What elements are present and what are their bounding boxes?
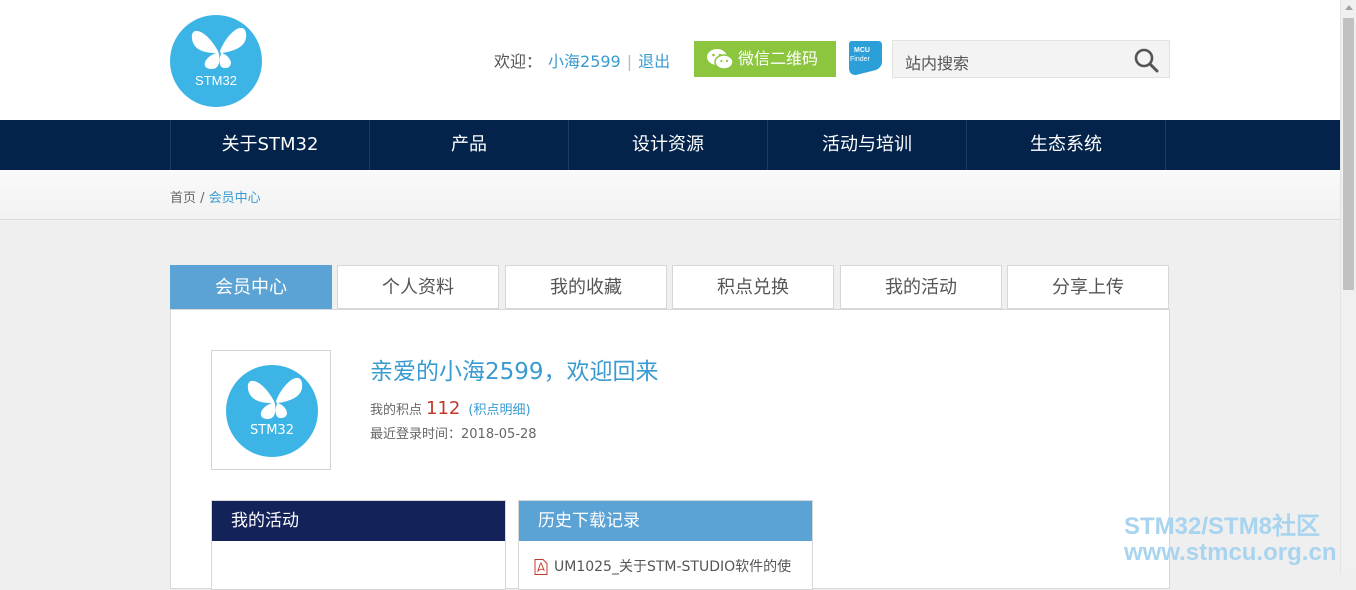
- download-history-box: 历史下载记录: [518, 500, 813, 590]
- nav-item-ecosystem[interactable]: 生态系统: [966, 120, 1165, 170]
- divider: |: [626, 52, 633, 71]
- scrollbar[interactable]: [1340, 0, 1356, 574]
- download-item-title: UM1025_关于STM-STUDIO软件的使: [554, 559, 792, 575]
- welcome-label: 欢迎：: [494, 52, 543, 71]
- tab-share-upload[interactable]: 分享上传: [1007, 265, 1169, 309]
- breadcrumb-bar: 首页 / 会员中心: [0, 170, 1340, 220]
- butterfly-icon: [191, 27, 247, 69]
- pdf-icon: [534, 559, 548, 575]
- points-value: 112: [426, 398, 461, 419]
- stm32-logo[interactable]: STM32: [170, 15, 262, 107]
- svg-text:Finder: Finder: [850, 56, 871, 63]
- my-activities-title: 我的活动: [212, 501, 505, 541]
- tab-favorites[interactable]: 我的收藏: [505, 265, 667, 309]
- breadcrumb: 首页 / 会员中心: [170, 187, 261, 206]
- avatar-text: STM32: [250, 423, 294, 438]
- nav-divider: [1165, 120, 1166, 170]
- points-line: 我的积点 112 (积点明细): [370, 398, 531, 419]
- points-detail-link[interactable]: (积点明细): [468, 403, 530, 418]
- site-search[interactable]: 站内搜索: [892, 40, 1170, 78]
- site-watermark: STM32/STM8社区 www.stmcu.org.cn: [1124, 514, 1336, 566]
- tab-my-activities[interactable]: 我的活动: [840, 265, 1002, 309]
- scroll-up-arrow-icon[interactable]: [1345, 5, 1353, 10]
- points-label: 我的积点: [370, 403, 423, 418]
- last-login-label: 最近登录时间：: [370, 427, 462, 442]
- tab-member-center[interactable]: 会员中心: [170, 265, 332, 309]
- last-login: 最近登录时间：2018-05-28: [370, 423, 537, 442]
- tab-profile[interactable]: 个人资料: [337, 265, 499, 309]
- nav-item-about[interactable]: 关于STM32: [170, 120, 369, 170]
- wechat-icon: [707, 49, 734, 70]
- svg-text:MCU: MCU: [854, 47, 870, 54]
- watermark-line1: STM32/STM8社区: [1124, 513, 1321, 540]
- main-nav: 关于STM32 产品 设计资源 活动与培训 生态系统: [0, 120, 1340, 170]
- avatar-logo: STM32: [226, 365, 318, 457]
- breadcrumb-separator: /: [196, 191, 209, 206]
- search-icon[interactable]: [1133, 47, 1159, 73]
- breadcrumb-current[interactable]: 会员中心: [209, 191, 261, 206]
- logout-link[interactable]: 退出: [638, 52, 670, 71]
- list-item[interactable]: UM1025_关于STM-STUDIO软件的使: [534, 556, 791, 576]
- search-input[interactable]: 站内搜索: [905, 50, 969, 74]
- last-login-date: 2018-05-28: [461, 427, 537, 442]
- username-link[interactable]: 小海2599: [548, 52, 621, 71]
- mcu-finder-icon[interactable]: MCU Finder: [846, 40, 884, 76]
- my-activities-box: 我的活动: [211, 500, 506, 590]
- butterfly-icon: [247, 377, 303, 419]
- greeting-title: 亲爱的小海2599，欢迎回来: [370, 359, 659, 385]
- logo-text: STM32: [195, 73, 237, 88]
- welcome-area: 欢迎： 小海2599 | 退出: [494, 48, 670, 72]
- wechat-button-label: 微信二维码: [738, 49, 819, 68]
- avatar[interactable]: STM32: [211, 350, 331, 470]
- watermark-line2: www.stmcu.org.cn: [1124, 539, 1337, 566]
- nav-item-products[interactable]: 产品: [369, 120, 568, 170]
- tab-points-exchange[interactable]: 积点兑换: [672, 265, 834, 309]
- breadcrumb-home[interactable]: 首页: [170, 191, 196, 206]
- nav-item-design-resources[interactable]: 设计资源: [568, 120, 767, 170]
- wechat-qr-button[interactable]: 微信二维码: [694, 41, 836, 77]
- nav-item-events[interactable]: 活动与培训: [767, 120, 966, 170]
- site-header: STM32 欢迎： 小海2599 | 退出 微信二维码 MCU Finder 站内搜索: [0, 0, 1340, 120]
- scrollbar-thumb[interactable]: [1343, 18, 1354, 290]
- download-history-title: 历史下载记录: [519, 501, 812, 541]
